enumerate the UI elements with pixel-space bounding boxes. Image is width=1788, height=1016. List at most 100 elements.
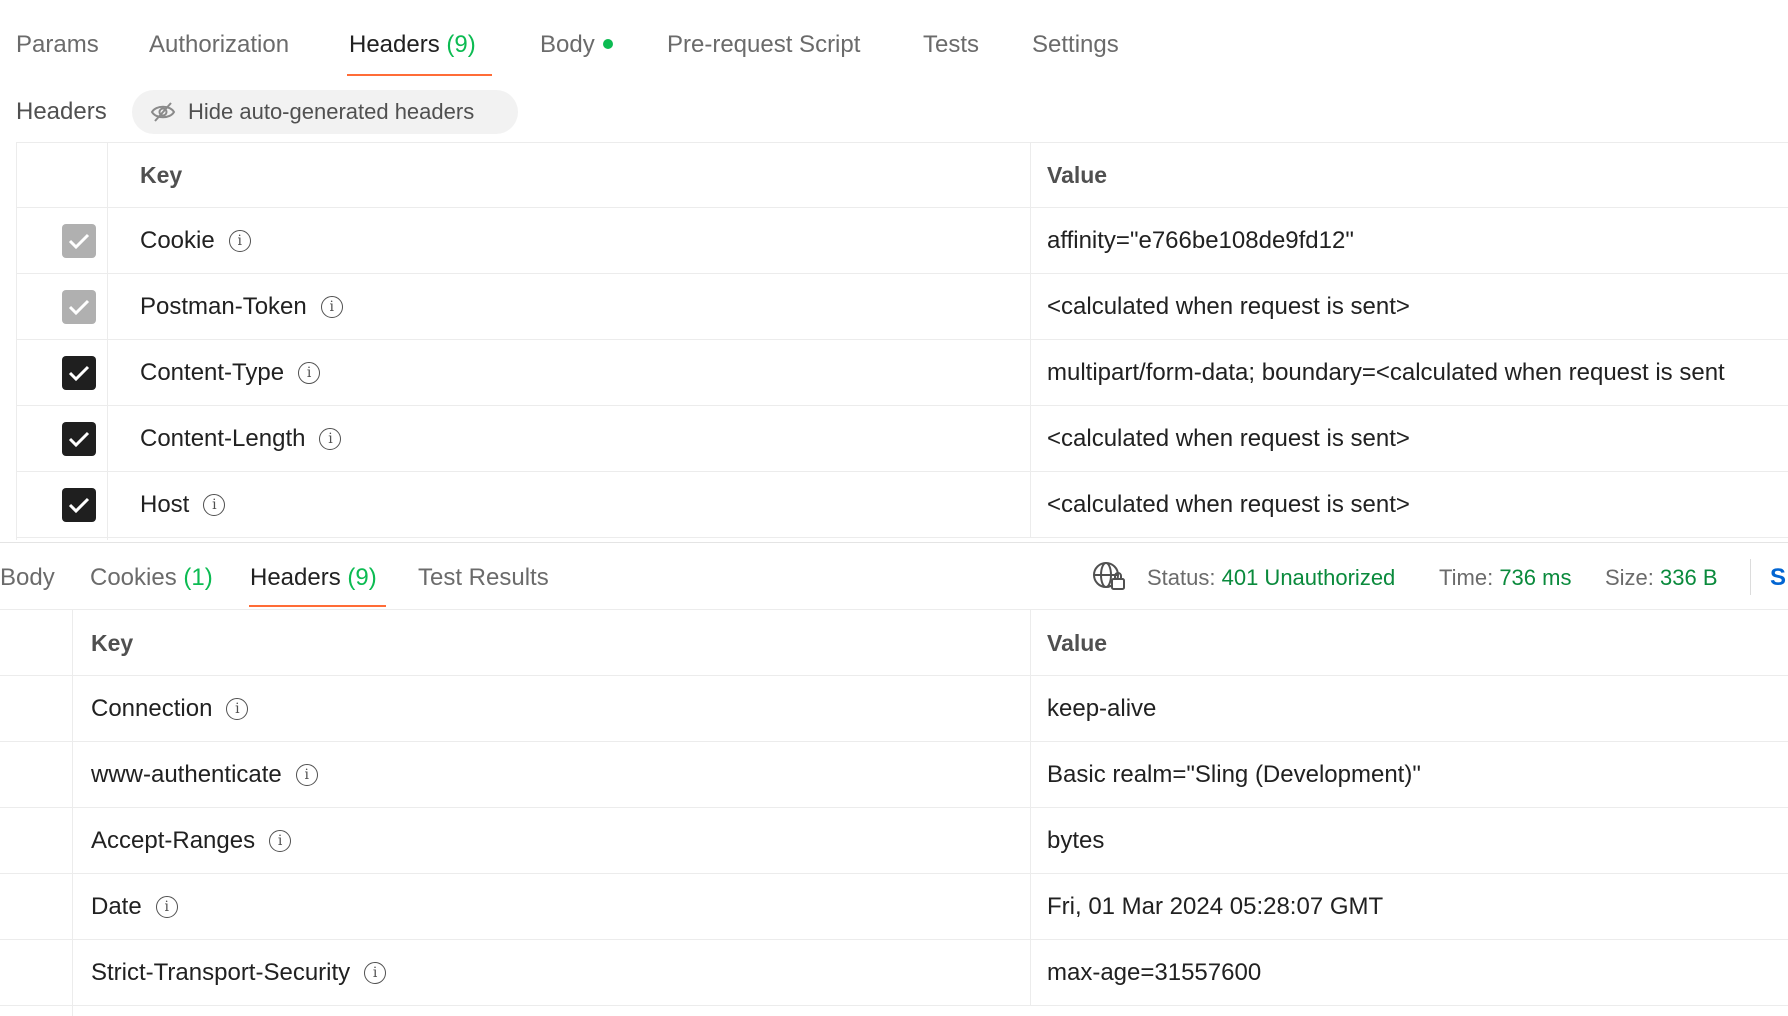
header-value-cell[interactable]: affinity="e766be108de9fd12" xyxy=(1030,208,1788,274)
header-enabled-checkbox[interactable] xyxy=(62,224,96,258)
header-enabled-checkbox[interactable] xyxy=(62,356,96,390)
tab-params[interactable]: Params xyxy=(16,28,99,62)
tab-headers[interactable]: Headers (9) xyxy=(349,28,476,62)
table-row: Date i Fri, 01 Mar 2024 05:28:07 GMT xyxy=(0,874,1788,940)
response-headers-table: Key Value Connection i keep-alive www-aut… xyxy=(0,610,1788,1016)
size-label: Size: xyxy=(1605,565,1654,590)
save-response-button[interactable]: S xyxy=(1770,561,1786,595)
header-value-cell: max-age=31557600 xyxy=(1030,940,1788,1006)
header-value-cell: Fri, 01 Mar 2024 05:28:07 GMT xyxy=(1030,874,1788,940)
tab-pre-request-script[interactable]: Pre-request Script xyxy=(667,28,860,62)
table-row: Postman-Token i <calculated when request … xyxy=(16,274,1788,340)
info-icon[interactable]: i xyxy=(298,362,321,384)
response-size[interactable]: Size: 336 B xyxy=(1605,561,1718,595)
tab-params-label: Params xyxy=(16,31,99,58)
tab-headers-count: (9) xyxy=(446,31,476,58)
header-key-cell[interactable]: Content-Length i xyxy=(124,406,1046,472)
info-icon[interactable]: i xyxy=(364,962,387,984)
header-key-text: Date xyxy=(91,893,142,920)
tab-tests[interactable]: Tests xyxy=(923,28,979,62)
header-key-text: Content-Length xyxy=(140,425,306,452)
globe-lock-icon[interactable] xyxy=(1092,561,1126,593)
header-key-cell[interactable]: Postman-Token i xyxy=(124,274,1046,340)
eye-slash-icon xyxy=(150,102,176,122)
response-time[interactable]: Time: 736 ms xyxy=(1439,561,1571,595)
response-tab-bar: Body Cookies (1) Headers (9) Test Result… xyxy=(0,542,1788,610)
tab-authorization-label: Authorization xyxy=(149,31,290,58)
info-icon[interactable]: i xyxy=(155,896,178,918)
info-icon[interactable]: i xyxy=(295,764,318,786)
table-row: Connection i keep-alive xyxy=(0,676,1788,742)
tab-authorization[interactable]: Authorization xyxy=(149,28,289,62)
response-tab-cookies-count: (1) xyxy=(183,564,213,591)
header-key-cell: www-authenticate i xyxy=(73,742,1030,808)
table-row: Accept-Ranges i bytes xyxy=(0,808,1788,874)
checkmark-icon xyxy=(68,365,90,382)
status-label: Status: xyxy=(1147,565,1216,590)
tab-tests-label: Tests xyxy=(923,31,980,58)
header-key-cell: Accept-Ranges i xyxy=(73,808,1030,874)
checkmark-icon xyxy=(68,497,90,514)
time-value: 736 ms xyxy=(1499,565,1572,590)
header-enabled-checkbox[interactable] xyxy=(62,488,96,522)
header-value-cell[interactable]: <calculated when request is sent> xyxy=(1030,472,1788,538)
value-column-header: Value xyxy=(1030,142,1788,208)
response-tab-headers[interactable]: Headers (9) xyxy=(250,561,377,595)
tab-body[interactable]: Body xyxy=(540,28,613,62)
header-value-cell[interactable]: multipart/form-data; boundary=<calculate… xyxy=(1030,340,1788,406)
headers-section-label: Headers xyxy=(16,98,107,125)
value-column-header: Value xyxy=(1030,610,1788,676)
header-enabled-checkbox[interactable] xyxy=(62,290,96,324)
table-row: Cookie i affinity="e766be108de9fd12" xyxy=(16,208,1788,274)
info-icon[interactable]: i xyxy=(203,494,226,516)
header-key-text: Strict-Transport-Security xyxy=(91,959,351,986)
header-value-cell: keep-alive xyxy=(1030,676,1788,742)
tab-settings[interactable]: Settings xyxy=(1032,28,1119,62)
hide-auto-generated-headers-label: Hide auto-generated headers xyxy=(188,99,475,124)
header-key-text: Host xyxy=(140,491,190,518)
header-value-cell[interactable]: <calculated when request is sent> xyxy=(1030,406,1788,472)
header-value-cell[interactable]: <calculated when request is sent> xyxy=(1030,274,1788,340)
key-column-header: Key xyxy=(140,161,183,188)
header-key-cell: Connection i xyxy=(73,676,1030,742)
table-row: Host i <calculated when request is sent> xyxy=(16,472,1788,538)
checkmark-icon xyxy=(68,233,90,250)
divider xyxy=(1750,559,1751,595)
active-tab-underline xyxy=(249,605,386,607)
header-key-text: Content-Type xyxy=(140,359,285,386)
header-key-cell[interactable]: Host i xyxy=(124,472,1046,538)
tab-body-label: Body xyxy=(540,31,595,58)
tab-headers-label: Headers xyxy=(349,31,440,58)
header-key-text: Postman-Token xyxy=(140,293,307,320)
checkmark-icon xyxy=(68,431,90,448)
status-value: 401 Unauthorized xyxy=(1221,565,1396,590)
response-status[interactable]: Status: 401 Unauthorized xyxy=(1147,561,1395,595)
header-key-text: www-authenticate xyxy=(91,761,282,788)
response-tab-cookies[interactable]: Cookies (1) xyxy=(90,561,213,595)
header-key-text: Connection xyxy=(91,695,213,722)
header-key-text: Cookie xyxy=(140,227,215,254)
key-column-header: Key xyxy=(91,629,134,656)
info-icon[interactable]: i xyxy=(269,830,292,852)
header-key-cell[interactable]: Cookie i xyxy=(124,208,1046,274)
table-row: www-authenticate i Basic realm="Sling (De… xyxy=(0,742,1788,808)
size-value: 336 B xyxy=(1660,565,1718,590)
table-header-row: Key Value xyxy=(16,142,1788,208)
response-tab-test-results[interactable]: Test Results xyxy=(418,561,549,595)
request-headers-table: Key Value Cookie i affinity="e766be108de9… xyxy=(0,142,1788,540)
info-icon[interactable]: i xyxy=(226,698,249,720)
hide-auto-generated-headers-button[interactable]: Hide auto-generated headers xyxy=(132,90,518,134)
tab-pre-request-label: Pre-request Script xyxy=(667,31,861,58)
info-icon[interactable]: i xyxy=(228,230,251,252)
info-icon[interactable]: i xyxy=(320,296,343,318)
header-key-cell[interactable]: Content-Type i xyxy=(124,340,1046,406)
header-key-cell: Date i xyxy=(73,874,1030,940)
info-icon[interactable]: i xyxy=(319,428,342,450)
response-tab-headers-count: (9) xyxy=(347,564,377,591)
header-key-cell: Strict-Transport-Security i xyxy=(73,940,1030,1006)
header-value-cell: bytes xyxy=(1030,808,1788,874)
response-tab-body[interactable]: Body xyxy=(0,561,55,595)
active-tab-underline xyxy=(347,74,492,76)
header-enabled-checkbox[interactable] xyxy=(62,422,96,456)
response-tab-test-results-label: Test Results xyxy=(418,564,549,591)
